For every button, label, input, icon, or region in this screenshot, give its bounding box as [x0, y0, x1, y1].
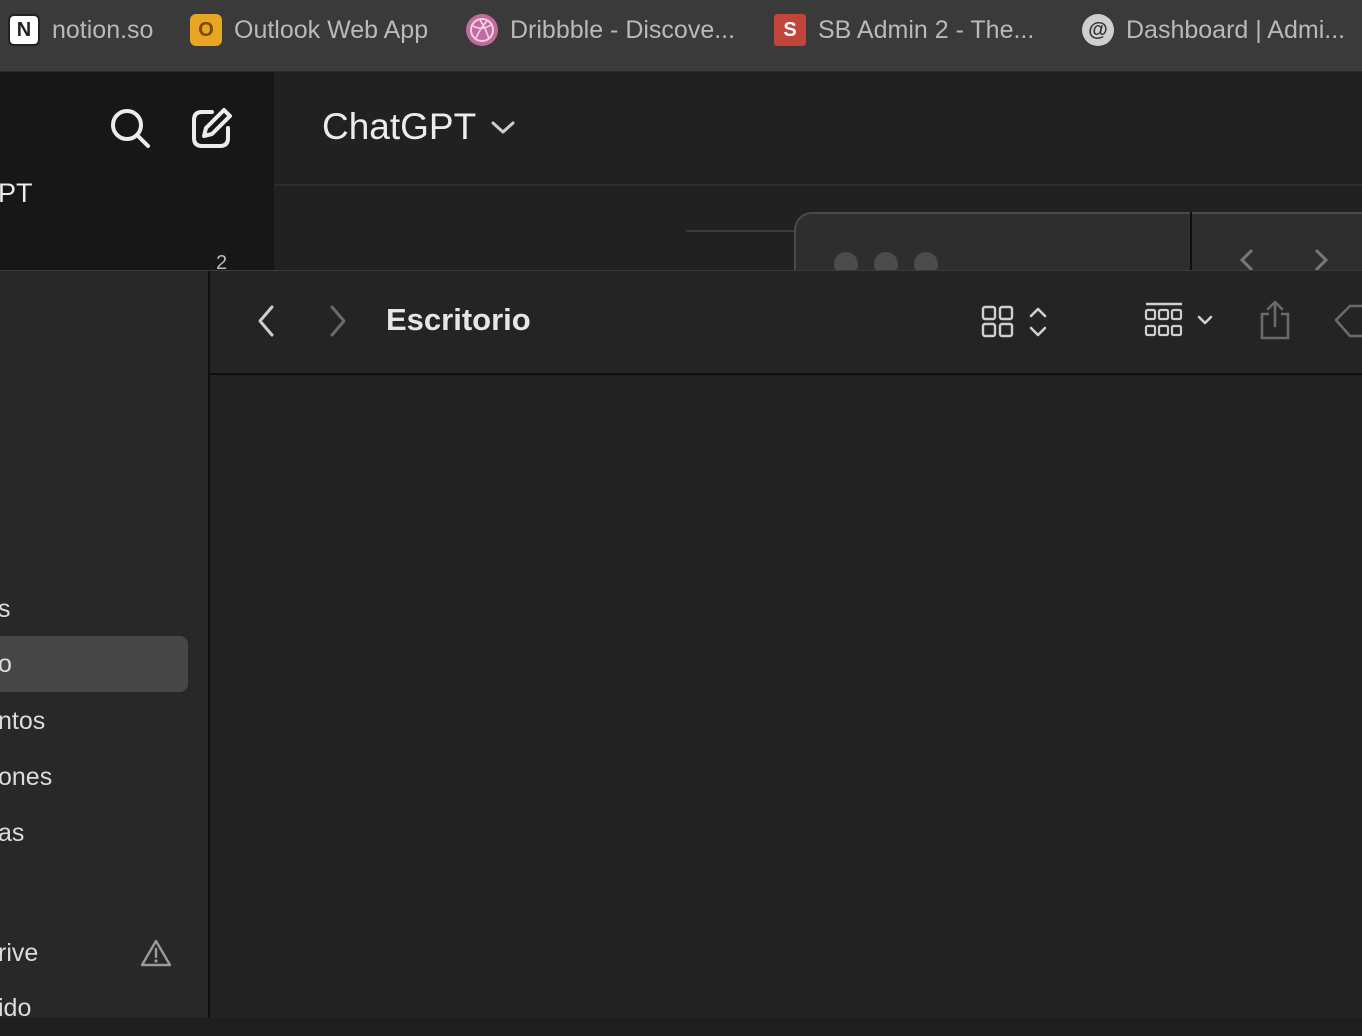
bookmark-label: Outlook Web App: [234, 15, 429, 44]
sidebar-item[interactable]: s: [0, 581, 188, 637]
finder-content-area[interactable]: [210, 376, 1362, 1018]
chatgpt-header-divider: [274, 184, 1362, 186]
sidebar-item-label: s: [0, 594, 11, 623]
share-icon[interactable]: [1258, 300, 1292, 340]
sidebar-item[interactable]: as: [0, 805, 188, 861]
chevron-down-icon: [490, 118, 516, 136]
bookmark-sb-admin[interactable]: S SB Admin 2 - The...: [774, 12, 1034, 48]
notion-icon: N: [8, 14, 40, 46]
model-selector[interactable]: ChatGPT: [322, 106, 516, 148]
sidebar-item[interactable]: ntos: [0, 693, 188, 749]
sidebar-item-label: ido: [0, 993, 32, 1022]
sb-admin-icon: S: [774, 14, 806, 46]
sidebar-item-cloud[interactable]: ido: [0, 980, 188, 1036]
bookmarks-bar: N notion.so O Outlook Web App Dribbble -…: [0, 0, 1362, 72]
divider: [1190, 212, 1192, 272]
bookmark-outlook[interactable]: O Outlook Web App: [190, 12, 428, 48]
bookmark-dribbble[interactable]: Dribbble - Discove...: [466, 12, 735, 48]
new-chat-icon[interactable]: [188, 104, 236, 152]
sidebar-item-label: as: [0, 818, 25, 847]
warning-icon[interactable]: [140, 938, 172, 968]
sidebar-item[interactable]: ones: [0, 749, 188, 805]
back-arrow-icon: [1236, 248, 1258, 272]
bookmark-label: Dashboard | Admi...: [1126, 15, 1346, 44]
bookmark-label: Dribbble - Discove...: [510, 15, 736, 44]
divider: [686, 230, 796, 232]
dribbble-icon: [466, 14, 498, 46]
search-icon[interactable]: [106, 104, 154, 152]
forward-button[interactable]: [324, 303, 352, 339]
group-by-button[interactable]: [1144, 300, 1218, 340]
sidebar-item-label: ntos: [0, 706, 46, 735]
bookmark-label: SB Admin 2 - The...: [818, 15, 1035, 44]
tag-icon[interactable]: [1334, 302, 1362, 342]
at-icon: @: [1082, 14, 1114, 46]
bookmark-label: notion.so: [52, 15, 154, 44]
view-mode-button[interactable]: [980, 304, 1052, 340]
outlook-icon: O: [190, 14, 222, 46]
back-button[interactable]: [252, 303, 280, 339]
bookmark-dashboard[interactable]: @ Dashboard | Admi...: [1082, 12, 1345, 48]
sidebar-item-selected[interactable]: o: [0, 636, 188, 692]
sidebar-item-label: ones: [0, 762, 53, 791]
sidebar-item-label: o: [0, 649, 12, 678]
bookmark-notion[interactable]: N notion.so: [8, 12, 153, 48]
chatgpt-sidebar: [0, 72, 274, 270]
chatgpt-sidebar-item[interactable]: PT: [0, 178, 33, 209]
forward-arrow-icon: [1310, 248, 1332, 272]
sidebar-item-label: rive: [0, 938, 39, 967]
folder-title: Escritorio: [386, 302, 531, 337]
page-title: ChatGPT: [322, 106, 477, 147]
